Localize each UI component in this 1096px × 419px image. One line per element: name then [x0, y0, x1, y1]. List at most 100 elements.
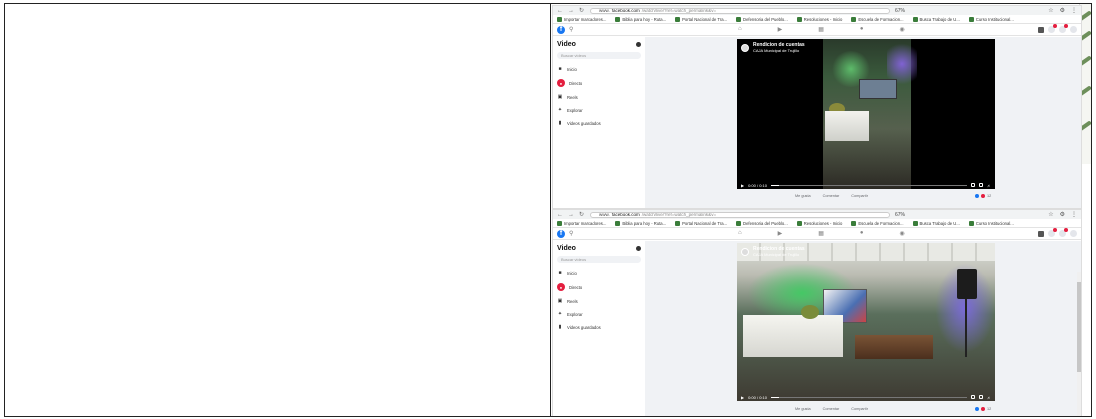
sidebar-item-explore[interactable]: ✦ Explorar	[557, 107, 641, 113]
settings-icon[interactable]	[971, 395, 975, 399]
star-icon[interactable]: ☆	[1048, 211, 1053, 218]
home-nav-icon[interactable]: ⌂	[738, 26, 742, 33]
messenger-icon[interactable]	[1048, 24, 1057, 33]
menu-grid-icon[interactable]	[1038, 230, 1044, 237]
video-player-2[interactable]: Rendicion de cuentas CAJA Municipal de Tr…	[737, 243, 995, 401]
share-button[interactable]: Compartir	[851, 407, 868, 411]
groups-nav-icon[interactable]: ●	[860, 230, 864, 237]
reactions[interactable]: 12	[975, 194, 991, 198]
messenger-icon[interactable]	[1048, 228, 1057, 237]
menu-icon[interactable]: ⋮	[1071, 211, 1077, 218]
address-bar[interactable]: www. facebook.com/watch/live/?ref=watch_p…	[590, 7, 890, 14]
facebook-topbar: f ⚲ ⌂ ▶ ▦ ● ◉	[553, 24, 1081, 36]
marketplace-nav-icon[interactable]: ▦	[818, 26, 824, 33]
sidebar-search-input[interactable]: Buscar videos	[557, 256, 641, 263]
fullscreen-icon[interactable]	[979, 395, 983, 399]
bookmark-item[interactable]: Portal Nacional de Tra...	[675, 220, 727, 226]
home-nav-icon[interactable]: ⌂	[738, 230, 742, 237]
bookmark-item[interactable]: Biblia para hoy - Ruta...	[615, 16, 666, 22]
sidebar-item-saved[interactable]: ▮ Videos guardados	[557, 120, 641, 126]
back-icon[interactable]: ←	[557, 212, 563, 218]
progress-bar[interactable]	[770, 184, 967, 186]
back-icon[interactable]: ←	[557, 8, 563, 14]
star-icon[interactable]: ☆	[1048, 7, 1053, 14]
sidebar-title: Video	[557, 41, 641, 48]
comment-button[interactable]: Comentar	[823, 194, 840, 198]
search-icon[interactable]: ⚲	[569, 230, 573, 237]
fullscreen-icon[interactable]	[979, 183, 983, 187]
bookmark-item[interactable]: Resoluciones - Inicio	[796, 16, 842, 22]
bookmark-item[interactable]: Defensoria del Pueblo...	[736, 16, 788, 22]
sidebar-item-live[interactable]: ● Directo	[557, 79, 641, 87]
page-scrollbar[interactable]	[1077, 272, 1081, 416]
like-button[interactable]: Me gusta	[795, 194, 811, 198]
settings-icon[interactable]	[971, 183, 975, 187]
bookmark-item[interactable]: Escuela de Formacion...	[851, 220, 904, 226]
search-icon[interactable]: ⚲	[569, 26, 573, 33]
bookmark-item[interactable]: Busca Trabajo de U...	[912, 16, 960, 22]
settings-gear-icon[interactable]	[636, 42, 641, 47]
facebook-logo-icon[interactable]: f	[557, 25, 565, 34]
saved-icon: ▮	[558, 120, 562, 126]
video-nav-icon[interactable]: ▶	[778, 230, 783, 237]
browser-screenshot-1: ← → ↻ www. facebook.com/watch/live/?ref=w…	[552, 5, 1082, 209]
gaming-nav-icon[interactable]: ◉	[900, 26, 905, 33]
page-avatar[interactable]	[741, 247, 749, 256]
play-icon[interactable]: ▶	[741, 183, 744, 188]
profile-avatar[interactable]	[1070, 26, 1077, 33]
facebook-logo-icon[interactable]: f	[557, 229, 565, 238]
sidebar-item-reels[interactable]: ▣ Reels	[557, 94, 641, 100]
like-button[interactable]: Me gusta	[795, 407, 811, 411]
video-controls: ▶ 0:00 / 0:10 ♬	[737, 393, 995, 401]
bookmark-item[interactable]: Portal Nacional de Tra...	[675, 16, 727, 22]
video-nav-icon[interactable]: ▶	[778, 26, 783, 33]
sidebar-item-live[interactable]: ● Directo	[557, 283, 641, 291]
menu-grid-icon[interactable]	[1038, 26, 1044, 33]
extensions-icon[interactable]: ⚙	[1060, 211, 1065, 218]
volume-icon[interactable]: ♬	[987, 395, 991, 400]
bookmark-item[interactable]: Defensoria del Pueblo...	[736, 220, 788, 226]
video-feed: Rendicion de cuentas CAJA Municipal de Tr…	[645, 37, 1081, 208]
bookmark-item[interactable]: Biblia para hoy - Ruta...	[615, 220, 666, 226]
bookmark-item[interactable]: Importar marcadores...	[557, 220, 606, 226]
marketplace-nav-icon[interactable]: ▦	[818, 230, 824, 237]
extensions-icon[interactable]: ⚙	[1060, 7, 1065, 14]
bookmark-item[interactable]: Resoluciones - Inicio	[796, 220, 842, 226]
profile-avatar[interactable]	[1070, 230, 1077, 237]
sidebar-item-explore[interactable]: ✦ Explorar	[557, 311, 641, 317]
groups-nav-icon[interactable]: ●	[860, 26, 864, 33]
address-bar[interactable]: www. facebook.com/watch/live/?ref=watch_p…	[590, 211, 890, 218]
gaming-nav-icon[interactable]: ◉	[900, 230, 905, 237]
sidebar-search-input[interactable]: Buscar videos	[557, 52, 641, 59]
bookmark-item[interactable]: Curso Institucional...	[968, 220, 1014, 226]
sidebar-item-reels[interactable]: ▣ Reels	[557, 298, 641, 304]
progress-bar[interactable]	[770, 396, 967, 398]
reactions[interactable]: 12	[975, 407, 991, 411]
live-icon: ●	[557, 79, 565, 87]
bookmark-item[interactable]: Escuela de Formacion...	[851, 16, 904, 22]
forward-icon[interactable]: →	[568, 212, 574, 218]
menu-icon[interactable]: ⋮	[1071, 7, 1077, 14]
video-player-1[interactable]: Rendicion de cuentas CAJA Municipal de Tr…	[737, 39, 995, 189]
forward-icon[interactable]: →	[568, 8, 574, 14]
sidebar-item-home[interactable]: ■ Inicio	[557, 270, 641, 276]
volume-icon[interactable]: ♬	[987, 183, 991, 188]
bookmark-item[interactable]: Curso Institucional...	[968, 16, 1014, 22]
video-frame	[823, 39, 917, 189]
reload-icon[interactable]: ↻	[579, 7, 585, 14]
share-button[interactable]: Compartir	[851, 194, 868, 198]
notifications-icon[interactable]	[1059, 24, 1068, 33]
page-avatar[interactable]	[741, 43, 749, 52]
settings-gear-icon[interactable]	[636, 246, 641, 251]
play-icon[interactable]: ▶	[741, 395, 744, 400]
sidebar-item-home[interactable]: ■ Inicio	[557, 66, 641, 72]
bookmark-item[interactable]: Busca Trabajo de U...	[912, 220, 960, 226]
comment-button[interactable]: Comentar	[823, 407, 840, 411]
bookmark-item[interactable]: Importar marcadores...	[557, 16, 606, 22]
zoom-label[interactable]: 67%	[895, 212, 905, 218]
reload-icon[interactable]: ↻	[579, 211, 585, 218]
notifications-icon[interactable]	[1059, 228, 1068, 237]
sidebar-item-saved[interactable]: ▮ Videos guardados	[557, 324, 641, 330]
zoom-label[interactable]: 67%	[895, 8, 905, 14]
video-sidebar: Video Buscar videos ■ Inicio ● Directo ▣ Re…	[553, 241, 645, 416]
